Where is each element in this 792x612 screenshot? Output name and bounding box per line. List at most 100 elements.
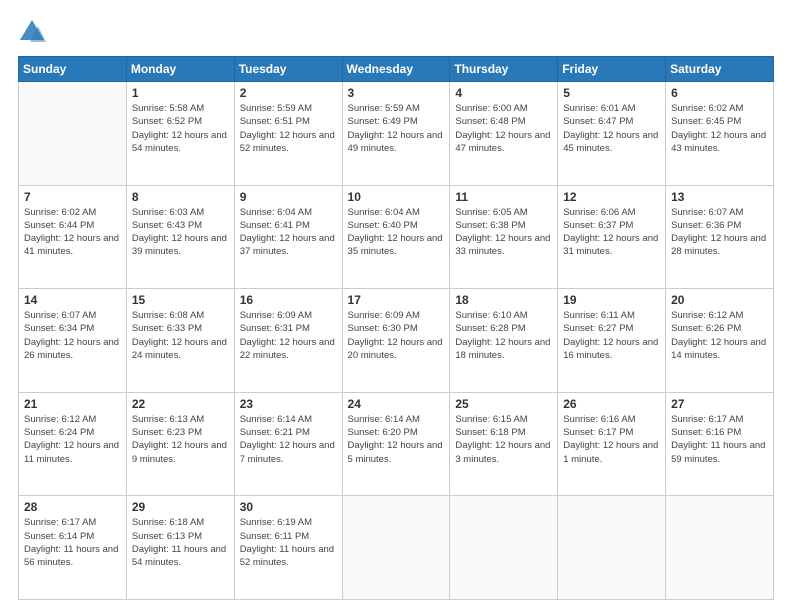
day-number: 24 — [348, 397, 445, 411]
day-number: 7 — [24, 190, 121, 204]
calendar-cell: 30 Sunrise: 6:19 AMSunset: 6:11 PMDayligh… — [234, 496, 342, 600]
day-info: Sunrise: 6:04 AMSunset: 6:40 PMDaylight:… — [348, 206, 445, 259]
calendar-cell: 23Sunrise: 6:14 AMSunset: 6:21 PMDayligh… — [234, 392, 342, 496]
day-number: 12 — [563, 190, 660, 204]
calendar-week-row: 28 Sunrise: 6:17 AMSunset: 6:14 PMDayligh… — [19, 496, 774, 600]
calendar-cell: 15 Sunrise: 6:08 AMSunset: 6:33 PMDayligh… — [126, 289, 234, 393]
calendar-cell: 10 Sunrise: 6:04 AMSunset: 6:40 PMDayligh… — [342, 185, 450, 289]
calendar-cell: 14 Sunrise: 6:07 AMSunset: 6:34 PMDayligh… — [19, 289, 127, 393]
day-info: Sunrise: 6:07 AMSunset: 6:36 PMDaylight:… — [671, 206, 768, 259]
col-header-sunday: Sunday — [19, 57, 127, 82]
day-info: Sunrise: 5:58 AMSunset: 6:52 PMDaylight:… — [132, 102, 229, 155]
day-number: 5 — [563, 86, 660, 100]
calendar-week-row: 14 Sunrise: 6:07 AMSunset: 6:34 PMDayligh… — [19, 289, 774, 393]
calendar-cell: 3 Sunrise: 5:59 AMSunset: 6:49 PMDaylight… — [342, 82, 450, 186]
day-number: 14 — [24, 293, 121, 307]
day-number: 9 — [240, 190, 337, 204]
calendar-week-row: 7 Sunrise: 6:02 AMSunset: 6:44 PMDaylight… — [19, 185, 774, 289]
col-header-monday: Monday — [126, 57, 234, 82]
calendar-cell: 24 Sunrise: 6:14 AMSunset: 6:20 PMDayligh… — [342, 392, 450, 496]
calendar-cell: 27 Sunrise: 6:17 AMSunset: 6:16 PMDayligh… — [666, 392, 774, 496]
day-info: Sunrise: 6:17 AMSunset: 6:14 PMDaylight:… — [24, 516, 121, 569]
calendar-cell: 20 Sunrise: 6:12 AMSunset: 6:26 PMDayligh… — [666, 289, 774, 393]
day-number: 15 — [132, 293, 229, 307]
day-number: 26 — [563, 397, 660, 411]
calendar-header-row: SundayMondayTuesdayWednesdayThursdayFrid… — [19, 57, 774, 82]
calendar-cell: 5 Sunrise: 6:01 AMSunset: 6:47 PMDaylight… — [558, 82, 666, 186]
calendar-cell: 25 Sunrise: 6:15 AMSunset: 6:18 PMDayligh… — [450, 392, 558, 496]
day-number: 21 — [24, 397, 121, 411]
calendar-cell: 19Sunrise: 6:11 AMSunset: 6:27 PMDayligh… — [558, 289, 666, 393]
calendar-cell — [450, 496, 558, 600]
calendar-cell: 1 Sunrise: 5:58 AMSunset: 6:52 PMDaylight… — [126, 82, 234, 186]
day-number: 30 — [240, 500, 337, 514]
page: SundayMondayTuesdayWednesdayThursdayFrid… — [0, 0, 792, 612]
day-number: 11 — [455, 190, 552, 204]
day-info: Sunrise: 5:59 AMSunset: 6:51 PMDaylight:… — [240, 102, 337, 155]
calendar-cell — [558, 496, 666, 600]
calendar-cell: 16 Sunrise: 6:09 AMSunset: 6:31 PMDayligh… — [234, 289, 342, 393]
calendar-cell: 7 Sunrise: 6:02 AMSunset: 6:44 PMDaylight… — [19, 185, 127, 289]
day-info: Sunrise: 6:02 AMSunset: 6:44 PMDaylight:… — [24, 206, 121, 259]
calendar-cell — [666, 496, 774, 600]
day-number: 20 — [671, 293, 768, 307]
logo-icon — [18, 18, 46, 46]
calendar-cell: 11Sunrise: 6:05 AMSunset: 6:38 PMDayligh… — [450, 185, 558, 289]
day-number: 17 — [348, 293, 445, 307]
calendar-cell: 13Sunrise: 6:07 AMSunset: 6:36 PMDayligh… — [666, 185, 774, 289]
day-info: Sunrise: 6:01 AMSunset: 6:47 PMDaylight:… — [563, 102, 660, 155]
day-info: Sunrise: 6:07 AMSunset: 6:34 PMDaylight:… — [24, 309, 121, 362]
header — [18, 18, 774, 46]
calendar-table: SundayMondayTuesdayWednesdayThursdayFrid… — [18, 56, 774, 600]
day-number: 1 — [132, 86, 229, 100]
col-header-thursday: Thursday — [450, 57, 558, 82]
day-info: Sunrise: 6:13 AMSunset: 6:23 PMDaylight:… — [132, 413, 229, 466]
calendar-cell: 28 Sunrise: 6:17 AMSunset: 6:14 PMDayligh… — [19, 496, 127, 600]
day-number: 10 — [348, 190, 445, 204]
calendar-cell: 12 Sunrise: 6:06 AMSunset: 6:37 PMDayligh… — [558, 185, 666, 289]
day-number: 28 — [24, 500, 121, 514]
day-number: 16 — [240, 293, 337, 307]
col-header-friday: Friday — [558, 57, 666, 82]
day-info: Sunrise: 6:11 AMSunset: 6:27 PMDaylight:… — [563, 309, 660, 362]
calendar-cell: 2 Sunrise: 5:59 AMSunset: 6:51 PMDaylight… — [234, 82, 342, 186]
day-info: Sunrise: 6:03 AMSunset: 6:43 PMDaylight:… — [132, 206, 229, 259]
day-number: 29 — [132, 500, 229, 514]
day-number: 4 — [455, 86, 552, 100]
day-number: 2 — [240, 86, 337, 100]
day-info: Sunrise: 6:12 AMSunset: 6:26 PMDaylight:… — [671, 309, 768, 362]
calendar-cell: 26 Sunrise: 6:16 AMSunset: 6:17 PMDayligh… — [558, 392, 666, 496]
day-number: 18 — [455, 293, 552, 307]
calendar-cell: 8Sunrise: 6:03 AMSunset: 6:43 PMDaylight… — [126, 185, 234, 289]
day-number: 23 — [240, 397, 337, 411]
day-info: Sunrise: 6:09 AMSunset: 6:30 PMDaylight:… — [348, 309, 445, 362]
calendar-cell: 29 Sunrise: 6:18 AMSunset: 6:13 PMDayligh… — [126, 496, 234, 600]
day-info: Sunrise: 6:06 AMSunset: 6:37 PMDaylight:… — [563, 206, 660, 259]
day-info: Sunrise: 6:15 AMSunset: 6:18 PMDaylight:… — [455, 413, 552, 466]
calendar-week-row: 1 Sunrise: 5:58 AMSunset: 6:52 PMDaylight… — [19, 82, 774, 186]
day-number: 25 — [455, 397, 552, 411]
day-info: Sunrise: 6:18 AMSunset: 6:13 PMDaylight:… — [132, 516, 229, 569]
day-number: 6 — [671, 86, 768, 100]
day-info: Sunrise: 5:59 AMSunset: 6:49 PMDaylight:… — [348, 102, 445, 155]
col-header-tuesday: Tuesday — [234, 57, 342, 82]
day-info: Sunrise: 6:09 AMSunset: 6:31 PMDaylight:… — [240, 309, 337, 362]
day-number: 27 — [671, 397, 768, 411]
col-header-saturday: Saturday — [666, 57, 774, 82]
calendar-week-row: 21 Sunrise: 6:12 AMSunset: 6:24 PMDayligh… — [19, 392, 774, 496]
calendar-cell: 9 Sunrise: 6:04 AMSunset: 6:41 PMDaylight… — [234, 185, 342, 289]
day-info: Sunrise: 6:12 AMSunset: 6:24 PMDaylight:… — [24, 413, 121, 466]
day-info: Sunrise: 6:10 AMSunset: 6:28 PMDaylight:… — [455, 309, 552, 362]
day-info: Sunrise: 6:19 AMSunset: 6:11 PMDaylight:… — [240, 516, 337, 569]
calendar-cell: 17 Sunrise: 6:09 AMSunset: 6:30 PMDayligh… — [342, 289, 450, 393]
day-info: Sunrise: 6:16 AMSunset: 6:17 PMDaylight:… — [563, 413, 660, 466]
logo — [18, 18, 50, 46]
day-info: Sunrise: 6:14 AMSunset: 6:20 PMDaylight:… — [348, 413, 445, 466]
day-info: Sunrise: 6:17 AMSunset: 6:16 PMDaylight:… — [671, 413, 768, 466]
day-number: 3 — [348, 86, 445, 100]
col-header-wednesday: Wednesday — [342, 57, 450, 82]
day-info: Sunrise: 6:08 AMSunset: 6:33 PMDaylight:… — [132, 309, 229, 362]
day-info: Sunrise: 6:04 AMSunset: 6:41 PMDaylight:… — [240, 206, 337, 259]
day-info: Sunrise: 6:02 AMSunset: 6:45 PMDaylight:… — [671, 102, 768, 155]
calendar-cell: 18 Sunrise: 6:10 AMSunset: 6:28 PMDayligh… — [450, 289, 558, 393]
